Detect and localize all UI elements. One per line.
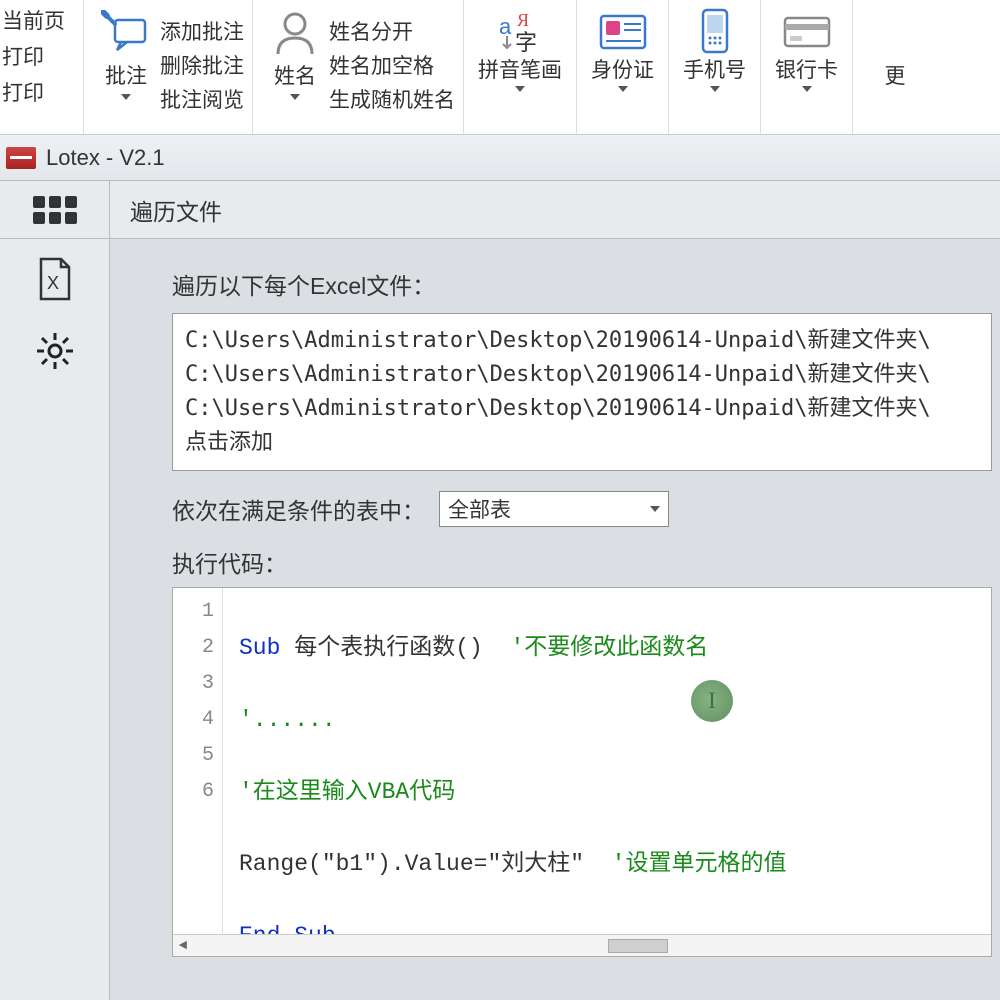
text-cursor-icon: I bbox=[691, 680, 733, 722]
phone-icon bbox=[687, 6, 743, 58]
svg-text:a: a bbox=[499, 14, 512, 39]
code-label: 执行代码： bbox=[172, 545, 1000, 579]
annotation-sub: 添加批注 删除批注 批注阅览 bbox=[160, 4, 244, 130]
dropdown-icon bbox=[710, 86, 720, 92]
condition-label: 依次在满足条件的表中： bbox=[172, 492, 425, 526]
bank-button[interactable]: 银行卡 bbox=[769, 4, 844, 94]
gear-icon bbox=[35, 331, 75, 371]
add-file-hint[interactable]: 点击添加 bbox=[185, 426, 979, 460]
ribbon-group-id: 身份证 bbox=[577, 0, 669, 134]
tab-title: 遍历文件 bbox=[110, 193, 222, 227]
ribbon-group-more: 更 bbox=[853, 0, 937, 134]
svg-text:字: 字 bbox=[515, 30, 537, 55]
person-icon bbox=[267, 6, 323, 58]
id-card-icon bbox=[595, 6, 651, 58]
code-content[interactable]: Sub 每个表执行函数() '不要修改此函数名 '...... '在这里输入VB… bbox=[223, 588, 786, 934]
ribbon-group-phone: 手机号 bbox=[669, 0, 761, 134]
file-path[interactable]: C:\Users\Administrator\Desktop\20190614-… bbox=[185, 324, 979, 358]
tab-header: 遍历文件 bbox=[0, 181, 1000, 239]
scroll-left-icon[interactable]: ◄ bbox=[173, 938, 193, 954]
grid-icon bbox=[33, 196, 77, 224]
ribbon-item[interactable]: 当前页 bbox=[2, 4, 65, 40]
ribbon-item[interactable]: 打印 bbox=[2, 76, 44, 112]
pinyin-icon: a Я 字 bbox=[492, 6, 548, 58]
dropdown-icon bbox=[515, 86, 525, 92]
sidebar: X bbox=[0, 239, 110, 1000]
ribbon-item[interactable]: 删除批注 bbox=[160, 50, 244, 84]
file-path[interactable]: C:\Users\Administrator\Desktop\20190614-… bbox=[185, 358, 979, 392]
excel-file-button[interactable]: X bbox=[33, 257, 77, 301]
ribbon-item[interactable]: 姓名加空格 bbox=[329, 50, 434, 84]
app-icon bbox=[6, 147, 36, 169]
ribbon-item[interactable]: 添加批注 bbox=[160, 16, 244, 50]
ribbon-group-name: 姓名 姓名分开 姓名加空格 生成随机姓名 bbox=[253, 0, 464, 134]
ribbon-group-pinyin: a Я 字 拼音笔画 bbox=[464, 0, 577, 134]
ribbon-group-page: 当前页 打印 打印 bbox=[0, 0, 84, 134]
ribbon-group-annotation: 批注 添加批注 删除批注 批注阅览 bbox=[84, 0, 253, 134]
ribbon-item[interactable]: 打印 bbox=[2, 40, 44, 76]
code-editor[interactable]: 1 2 3 4 5 6 Sub 每个表执行函数() '不要修改此函数名 '...… bbox=[172, 587, 992, 957]
horizontal-scrollbar[interactable]: ◄ bbox=[173, 934, 991, 956]
dropdown-icon bbox=[618, 86, 628, 92]
scroll-track[interactable] bbox=[193, 939, 991, 953]
dropdown-icon bbox=[802, 86, 812, 92]
files-label: 遍历以下每个Excel文件： bbox=[172, 267, 1000, 301]
phone-button[interactable]: 手机号 bbox=[677, 4, 752, 94]
line-gutter: 1 2 3 4 5 6 bbox=[173, 588, 223, 934]
dropdown-icon bbox=[290, 94, 300, 100]
file-path[interactable]: C:\Users\Administrator\Desktop\20190614-… bbox=[185, 392, 979, 426]
body: X 遍历以下每个Excel文件： C:\Users\Administrator\… bbox=[0, 239, 1000, 1000]
more-button[interactable]: 更 bbox=[861, 4, 929, 92]
annotation-icon bbox=[98, 6, 154, 58]
bank-card-icon bbox=[779, 6, 835, 58]
ribbon-item[interactable]: 生成随机姓名 bbox=[329, 84, 455, 118]
excel-file-icon: X bbox=[35, 257, 75, 301]
ribbon-group-bank: 银行卡 bbox=[761, 0, 853, 134]
dropdown-icon bbox=[121, 94, 131, 100]
id-button[interactable]: 身份证 bbox=[585, 4, 660, 94]
scroll-thumb[interactable] bbox=[608, 939, 668, 953]
sheet-select[interactable]: 全部表 bbox=[439, 491, 669, 527]
name-sub: 姓名分开 姓名加空格 生成随机姓名 bbox=[329, 4, 455, 130]
annotation-button[interactable]: 批注 bbox=[92, 4, 160, 130]
window-title: Lotex - V2.1 bbox=[46, 145, 165, 171]
main-panel: 遍历以下每个Excel文件： C:\Users\Administrator\De… bbox=[110, 239, 1000, 1000]
file-list-box[interactable]: C:\Users\Administrator\Desktop\20190614-… bbox=[172, 313, 992, 471]
ribbon-item[interactable]: 姓名分开 bbox=[329, 16, 413, 50]
ribbon-item[interactable]: 批注阅览 bbox=[160, 84, 244, 118]
select-value: 全部表 bbox=[448, 494, 511, 524]
svg-text:Я: Я bbox=[517, 10, 529, 30]
grid-view-button[interactable] bbox=[0, 181, 110, 238]
name-button[interactable]: 姓名 bbox=[261, 4, 329, 130]
settings-button[interactable] bbox=[33, 329, 77, 373]
chevron-down-icon bbox=[650, 506, 660, 512]
pinyin-button[interactable]: a Я 字 拼音笔画 bbox=[472, 4, 568, 94]
svg-text:X: X bbox=[47, 273, 59, 293]
ribbon-toolbar: 当前页 打印 打印 批注 添加批注 删除批注 批注阅 bbox=[0, 0, 1000, 135]
window-titlebar: Lotex - V2.1 bbox=[0, 135, 1000, 181]
